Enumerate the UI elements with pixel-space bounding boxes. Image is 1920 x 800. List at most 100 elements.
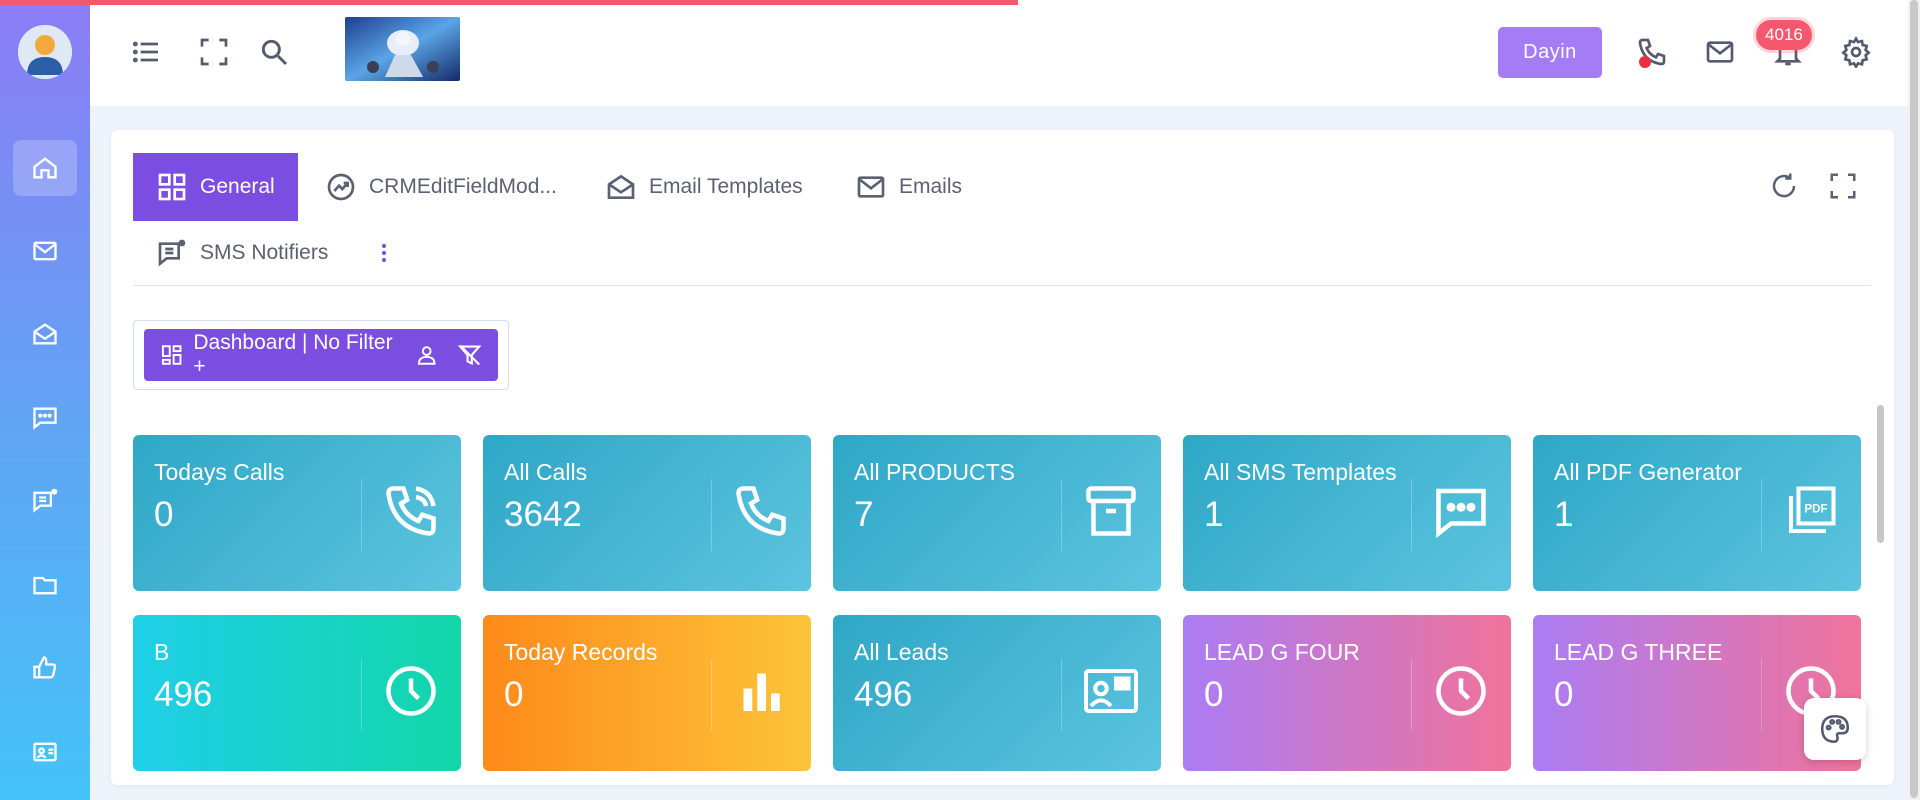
tile-separator: [711, 659, 712, 731]
filter-bar: Dashboard | No Filter +: [133, 320, 509, 390]
chat-icon: [33, 407, 57, 430]
tile-value: 7: [854, 495, 874, 534]
tab-crm-edit-field[interactable]: CRMEditFieldMod...: [325, 153, 557, 221]
settings-button[interactable]: [1838, 34, 1874, 70]
tabs-divider: [133, 285, 1871, 286]
clock-icon: [1436, 666, 1486, 716]
tile-separator: [361, 659, 362, 731]
tile-all-pdf-generator[interactable]: All PDF Generator 1 PDF: [1533, 435, 1861, 591]
call-status-dot: [1639, 56, 1651, 68]
phone-icon: [736, 486, 786, 536]
tile-all-sms-templates[interactable]: All SMS Templates 1: [1183, 435, 1511, 591]
folder-icon: [33, 576, 57, 595]
tile-separator: [1411, 479, 1412, 551]
trend-icon: [327, 173, 355, 201]
tile-all-products[interactable]: All PRODUCTS 7: [833, 435, 1161, 591]
search-icon: [261, 39, 288, 66]
gear-icon: [1841, 36, 1871, 68]
sidebar-item-notifiers[interactable]: [13, 473, 77, 529]
refresh-icon: [1772, 173, 1796, 198]
tabs-more-button[interactable]: [366, 235, 402, 271]
tab-label: General: [200, 175, 275, 198]
tile-title: All Calls: [504, 459, 588, 485]
notification-count-badge: 4016: [1756, 20, 1812, 50]
home-icon: [33, 157, 57, 179]
sidebar-item-likes[interactable]: [13, 640, 77, 696]
sidebar: [0, 0, 90, 800]
user-icon: [418, 346, 436, 365]
tile-value: 0: [1554, 675, 1574, 714]
sidebar-item-contacts[interactable]: [13, 724, 77, 780]
tab-email-templates[interactable]: Email Templates: [605, 153, 803, 221]
tab-label: Emails: [899, 175, 963, 198]
tile-lead-g-four[interactable]: LEAD G FOUR 0: [1183, 615, 1511, 771]
user-menu-button[interactable]: Dayin: [1498, 27, 1602, 78]
phone-call-icon: [386, 486, 436, 536]
mail-icon: [857, 176, 885, 198]
tile-value: 1: [1554, 495, 1574, 534]
tiles-scrollbar-thumb[interactable]: [1877, 405, 1884, 543]
sms-icon: [1436, 488, 1486, 539]
sidebar-item-home[interactable]: [13, 140, 77, 196]
dashboard-filter-button[interactable]: Dashboard | No Filter +: [144, 329, 498, 381]
user-avatar-icon: [18, 25, 72, 79]
archive-icon: [1086, 486, 1136, 536]
filter-off-icon: [457, 344, 482, 366]
list-icon: [132, 41, 158, 63]
tab-label: SMS Notifiers: [200, 241, 329, 264]
sidebar-item-folder[interactable]: [13, 557, 77, 613]
tile-separator: [1411, 659, 1412, 731]
tile-separator: [1061, 479, 1062, 551]
logo-image-icon: [345, 17, 460, 81]
page-scrollbar[interactable]: [1908, 0, 1920, 800]
sidebar-item-chat[interactable]: [13, 390, 77, 446]
top-bar: Dayin 4016: [90, 0, 1908, 106]
sidebar-item-mail[interactable]: [13, 223, 77, 279]
avatar[interactable]: [18, 25, 72, 79]
tile-value: 0: [504, 675, 524, 714]
tiles-scrollbar[interactable]: [1875, 405, 1885, 785]
palette-icon: [1820, 714, 1850, 744]
refresh-button[interactable]: [1766, 168, 1802, 204]
tile-title: LEAD G FOUR: [1204, 639, 1360, 665]
tile-b[interactable]: B 496: [133, 615, 461, 771]
tab-emails[interactable]: Emails: [855, 153, 962, 221]
mail-icon: [1706, 41, 1734, 63]
page-load-progress: [0, 0, 1018, 5]
menu-toggle-button[interactable]: [128, 34, 164, 70]
fullscreen-button[interactable]: [196, 34, 232, 70]
tile-title: Today Records: [504, 639, 658, 665]
mail-icon: [33, 241, 57, 261]
tile-separator: [711, 479, 712, 551]
expand-icon: [1830, 173, 1856, 199]
tile-title: All SMS Templates: [1204, 459, 1397, 485]
sidebar-item-mail-open[interactable]: [13, 306, 77, 362]
clock-icon: [386, 666, 436, 716]
tile-title: LEAD G THREE: [1554, 639, 1723, 665]
tab-general[interactable]: General: [133, 153, 298, 221]
filter-label: Dashboard | No Filter +: [193, 331, 393, 378]
grid-icon: [158, 173, 186, 201]
panel-fullscreen-button[interactable]: [1825, 168, 1861, 204]
mail-button[interactable]: [1702, 34, 1738, 70]
tile-today-records[interactable]: Today Records 0: [483, 615, 811, 771]
more-vertical-icon: [382, 244, 386, 262]
thumbs-up-icon: [33, 656, 57, 679]
mail-open-icon: [607, 174, 635, 199]
tile-todays-calls[interactable]: Todays Calls 0: [133, 435, 461, 591]
page-scrollbar-thumb[interactable]: [1910, 0, 1918, 798]
tile-value: 0: [154, 495, 174, 534]
theme-customizer-button[interactable]: [1804, 698, 1866, 760]
tile-separator: [1761, 479, 1762, 551]
tile-title: Todays Calls: [154, 459, 285, 485]
tile-all-leads[interactable]: All Leads 496: [833, 615, 1161, 771]
tile-all-calls[interactable]: All Calls 3642: [483, 435, 811, 591]
brand-logo: [345, 17, 460, 81]
tile-value: 3642: [504, 495, 582, 534]
search-button[interactable]: [256, 34, 292, 70]
call-button[interactable]: [1634, 34, 1670, 70]
tab-sms-notifiers[interactable]: SMS Notifiers: [156, 219, 328, 287]
tile-value: 1: [1204, 495, 1224, 534]
tile-separator: [1761, 659, 1762, 731]
tile-title: B: [154, 639, 170, 665]
